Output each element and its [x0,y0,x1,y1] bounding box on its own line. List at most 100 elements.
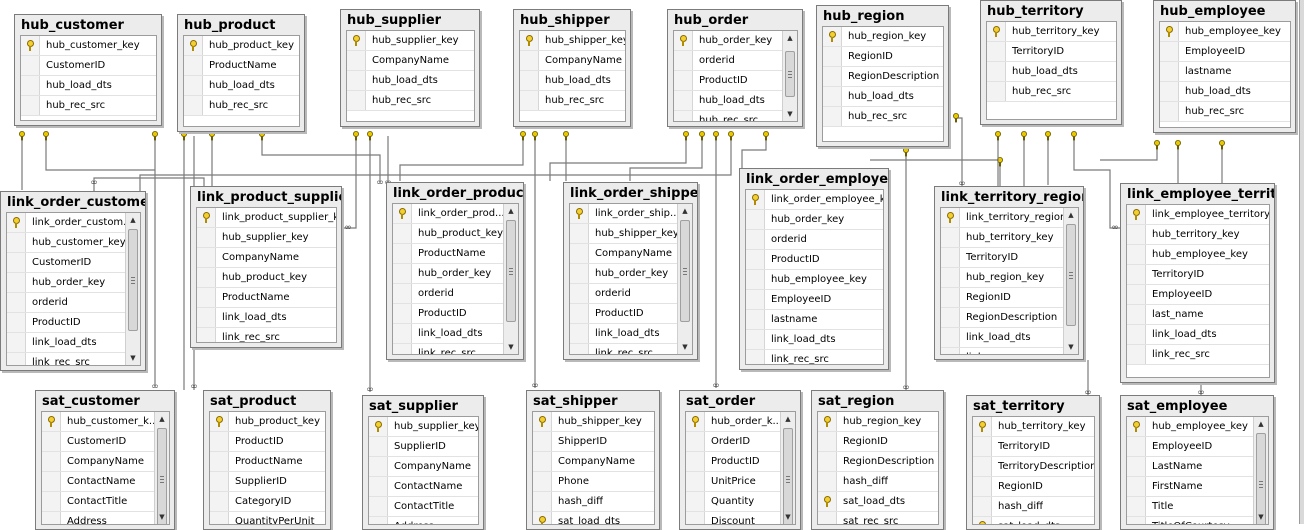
relationship-line[interactable] [45,136,155,171]
column-row[interactable]: hub_order_key [570,264,678,284]
column-row[interactable]: hub_customer_key [7,233,126,253]
table-title[interactable]: sat_customer [36,391,174,411]
primary-key-row[interactable]: hub_product_key [210,412,325,432]
column-list[interactable]: hub_region_key RegionID RegionDescription h… [822,26,944,142]
table-sat-employee[interactable]: sat_employee hub_employee_key EmployeeID La… [1120,395,1274,530]
table-sat-supplier[interactable]: sat_supplier hub_supplier_key SupplierID Co… [362,395,484,530]
row-selector[interactable] [1160,102,1179,121]
row-selector[interactable] [1127,325,1146,344]
column-row[interactable]: CustomerID [7,253,126,273]
row-selector[interactable] [570,224,589,243]
row-selector[interactable] [184,56,203,75]
row-selector[interactable] [393,264,412,283]
row-selector[interactable] [347,51,366,70]
column-list[interactable]: link_employee_territory_... hub_territory… [1126,204,1270,378]
column-row[interactable]: RegionDescription [823,67,943,87]
column-row[interactable]: hub_load_dts [520,71,625,91]
row-selector[interactable] [973,477,992,496]
table-title[interactable]: sat_territory [967,396,1099,416]
column-row[interactable]: CategoryID [210,492,325,512]
column-row[interactable]: hub_rec_src [823,107,943,127]
row-selector[interactable] [197,268,216,287]
table-sat-shipper[interactable]: sat_shipper hub_shipper_key ShipperID Compa… [526,390,660,530]
row-selector[interactable] [746,330,765,349]
column-row[interactable]: link_load_dts [197,308,336,328]
column-list[interactable]: hub_product_key ProductID ProductName Suppl… [209,411,326,525]
row-selector[interactable] [210,492,229,511]
column-row[interactable]: RegionDescription [941,308,1064,328]
row-selector[interactable] [21,76,40,95]
row-selector[interactable] [973,437,992,456]
table-title[interactable]: link_order_employee [740,169,888,189]
column-row[interactable]: EmployeeID [1160,42,1290,62]
scroll-up-icon[interactable]: ▲ [1064,208,1078,222]
column-list[interactable]: hub_territory_key TerritoryID hub_load_dts… [986,21,1117,120]
row-selector[interactable] [1127,285,1146,304]
column-row[interactable]: RegionDescription [818,452,938,472]
column-row[interactable]: hub_load_dts [987,62,1116,82]
row-selector[interactable] [1127,305,1146,324]
row-selector[interactable] [686,452,705,471]
column-row[interactable]: hub_rec_src [347,91,474,111]
column-row[interactable]: lastname [1160,62,1290,82]
row-selector[interactable] [686,492,705,511]
primary-key-row[interactable]: hub_employee_key [1127,417,1254,437]
scroll-down-icon[interactable]: ▼ [783,107,797,121]
row-selector[interactable] [347,71,366,90]
row-selector[interactable] [941,208,960,227]
vertical-scrollbar[interactable]: ▲ ▼ [125,213,140,365]
row-selector[interactable] [973,417,992,436]
column-row[interactable]: CompanyName [369,457,478,477]
row-selector[interactable] [1160,22,1179,41]
column-list[interactable]: hub_shipper_key ShipperID CompanyName Phone… [532,411,655,525]
primary-key-row[interactable]: hub_order_key [674,31,783,51]
row-selector[interactable] [7,233,26,252]
column-row[interactable]: hub_product_key [197,268,336,288]
column-row[interactable]: EmployeeID [1127,437,1254,457]
scroll-up-icon[interactable]: ▲ [1254,417,1268,431]
row-selector[interactable] [393,284,412,303]
column-list[interactable]: link_order_employee_key hub_order_keyorde… [745,189,884,365]
column-list[interactable]: hub_customer_key CustomerID hub_load_dts hu… [20,35,157,121]
row-selector[interactable] [520,51,539,70]
column-row[interactable]: hub_load_dts [823,87,943,107]
row-selector[interactable] [570,244,589,263]
column-row[interactable]: hash_diff [533,492,654,512]
primary-key-row[interactable]: hub_customer_k... [42,412,155,432]
vertical-scrollbar[interactable]: ▲ ▼ [782,31,797,121]
column-list[interactable]: link_territory_region... hub_territory_ke… [940,207,1079,355]
column-row[interactable]: UnitPrice [686,472,781,492]
row-selector[interactable] [570,264,589,283]
row-selector[interactable] [533,492,552,511]
relationship-line[interactable] [1100,145,1158,161]
row-selector[interactable] [818,492,837,511]
table-link-order-product[interactable]: link_order_product link_order_prod... hub_… [386,182,524,360]
column-row[interactable]: hub_rec_src [1160,102,1290,122]
scroll-down-icon[interactable]: ▼ [504,340,518,354]
primary-key-row[interactable]: hub_shipper_key [520,31,625,51]
row-selector[interactable] [197,328,216,342]
column-row[interactable]: hub_supplier_key [197,228,336,248]
row-selector[interactable] [21,36,40,55]
row-selector[interactable] [393,204,412,223]
row-selector[interactable] [520,91,539,110]
table-sat-customer[interactable]: sat_customer hub_customer_k... CustomerID C… [35,390,175,530]
row-selector[interactable] [1127,497,1146,516]
row-selector[interactable] [7,293,26,312]
column-row[interactable]: RegionID [823,47,943,67]
vertical-scrollbar-edge[interactable] [1299,0,1304,524]
column-row[interactable]: link_rec_src [941,348,1064,354]
primary-key-row[interactable]: link_order_prod... [393,204,504,224]
column-list[interactable]: hub_product_key ProductName hub_load_dts hu… [183,35,300,127]
column-list[interactable]: link_order_ship... hub_shipper_key Company… [569,203,693,355]
row-selector[interactable] [197,208,216,227]
column-row[interactable]: orderid [674,51,783,71]
table-title[interactable]: hub_territory [981,1,1121,21]
row-selector[interactable] [686,472,705,491]
primary-key-row[interactable]: sat_load_dts [818,492,938,512]
scrollbar-thumb[interactable] [506,220,516,322]
column-row[interactable]: SupplierID [369,437,478,457]
row-selector[interactable] [674,71,693,90]
vertical-scrollbar[interactable]: ▲ ▼ [1253,417,1268,524]
row-selector[interactable] [393,224,412,243]
